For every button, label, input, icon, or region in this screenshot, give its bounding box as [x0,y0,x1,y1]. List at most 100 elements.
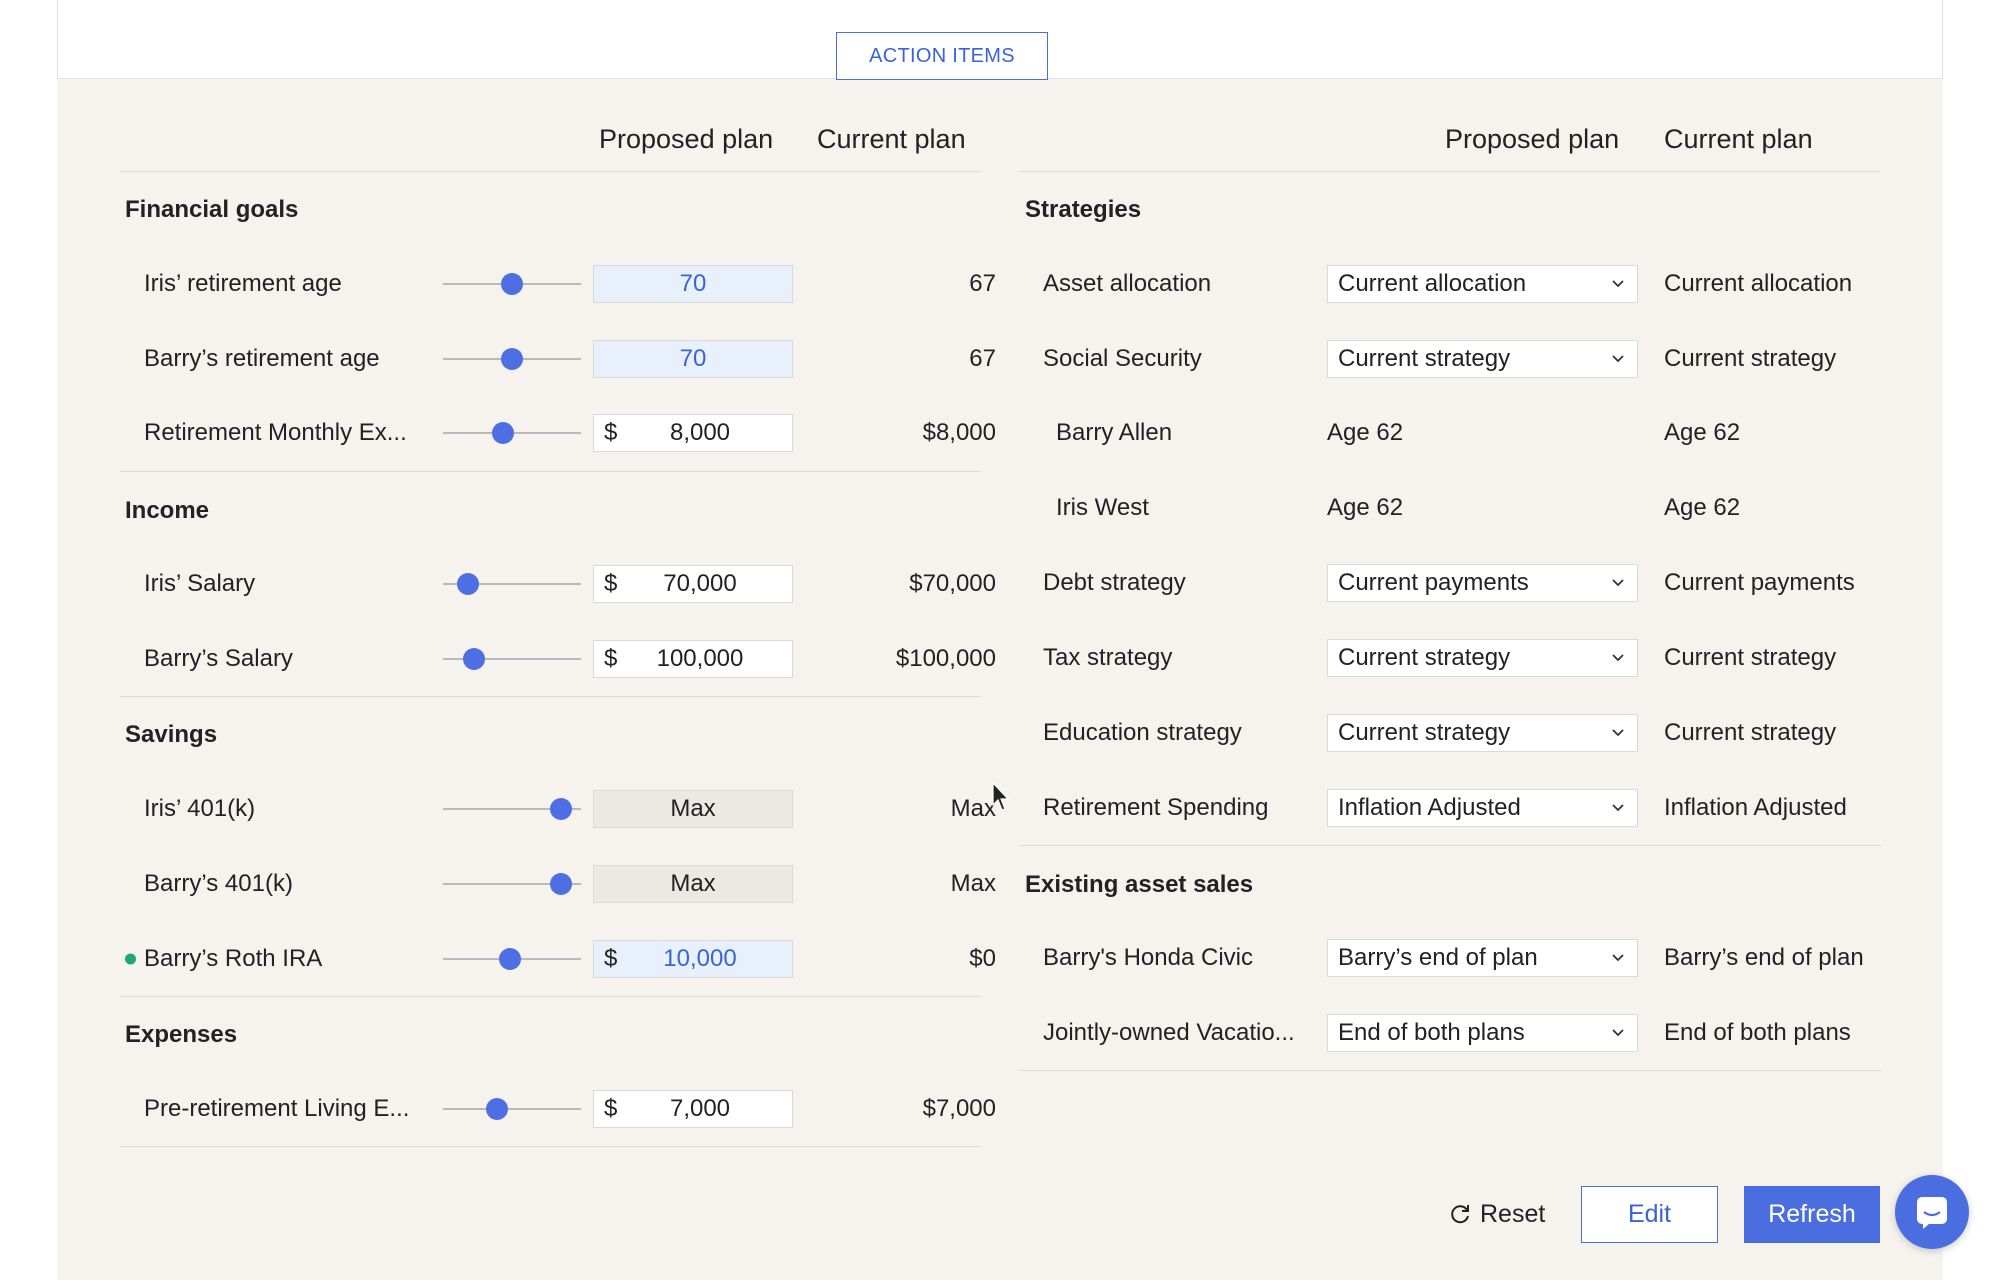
current-value: Current strategy [1664,644,1837,671]
slider-thumb[interactable] [549,798,572,820]
section-expenses: Expenses [125,1021,238,1048]
row-label: Social Security [1043,345,1202,372]
divider [120,1146,980,1147]
vacation-home-sale-select[interactable]: End of both plans [1327,1014,1638,1052]
current-value: Current payments [1664,569,1855,596]
chat-launcher-button[interactable] [1895,1175,1969,1249]
slider-thumb[interactable] [501,273,523,295]
slider-thumb[interactable] [501,348,523,370]
current-value: Inflation Adjusted [1664,794,1847,821]
chat-bubble-icon [1917,1197,1947,1229]
asset-allocation-select[interactable]: Current allocation [1327,265,1638,303]
current-value: $8,000 [922,419,996,446]
section-savings: Savings [125,721,218,748]
pre-retirement-living-slider[interactable] [443,1097,581,1121]
honda-civic-sale-select[interactable]: Barry’s end of plan [1327,939,1638,977]
current-value: Age 62 [1664,419,1741,446]
slider-thumb[interactable] [549,873,572,895]
chevron-down-icon [1612,1029,1624,1037]
proposed-value: Age 62 [1327,419,1404,446]
edit-button[interactable]: Edit [1581,1186,1718,1243]
iris-retirement-age-input[interactable]: 70 [593,265,793,303]
refresh-cycle-icon [1451,1205,1469,1224]
left-col-current: Current plan [817,124,966,154]
current-value: $100,000 [895,645,996,672]
current-value: $7,000 [922,1095,996,1122]
row-label: Barry's Honda Civic [1043,944,1253,971]
barry-salary-slider[interactable] [443,647,581,671]
proposed-value: Age 62 [1327,494,1404,521]
iris-retirement-age-slider[interactable] [443,272,581,296]
mouse-pointer-icon [992,781,1010,811]
slider-thumb[interactable] [462,648,485,670]
chevron-down-icon [1612,654,1624,662]
row-label: Iris’ Salary [144,570,256,597]
section-existing-asset-sales: Existing asset sales [1025,871,1254,898]
row-label: Education strategy [1043,719,1242,746]
social-security-select[interactable]: Current strategy [1327,340,1638,378]
divider [120,171,980,172]
divider [1019,1070,1881,1071]
row-label: Jointly-owned Vacatio... [1043,1019,1295,1046]
chevron-down-icon [1612,280,1624,288]
slider-thumb[interactable] [456,573,479,595]
section-income: Income [125,497,210,524]
left-col-proposed: Proposed plan [599,124,774,154]
retirement-monthly-expenses-input[interactable]: $8,000 [593,414,793,452]
row-label: Pre-retirement Living E... [144,1095,410,1122]
action-items-button[interactable]: ACTION ITEMS [836,32,1048,80]
slider-thumb[interactable] [491,422,514,444]
retirement-spending-select[interactable]: Inflation Adjusted [1327,789,1638,827]
current-value: Max [950,870,996,897]
tax-strategy-select[interactable]: Current strategy [1327,639,1638,677]
section-strategies: Strategies [1025,196,1142,223]
reset-label: Reset [1480,1199,1546,1228]
current-value: $70,000 [909,570,996,597]
current-value: 67 [969,270,996,297]
divider [120,996,980,997]
right-col-current: Current plan [1664,124,1813,154]
divider [1019,845,1881,846]
current-value: Current strategy [1664,345,1837,372]
barry-retirement-age-slider[interactable] [443,347,581,371]
iris-salary-slider[interactable] [443,572,581,596]
iris-401k-slider[interactable] [443,797,581,821]
reset-button[interactable]: Reset [1448,1194,1545,1234]
barry-retirement-age-input[interactable]: 70 [593,340,793,378]
barry-roth-ira-slider[interactable] [443,947,581,971]
barry-roth-ira-input[interactable]: $10,000 [593,940,793,978]
current-value: 67 [969,345,996,372]
iris-salary-input[interactable]: $70,000 [593,565,793,603]
debt-strategy-select[interactable]: Current payments [1327,564,1638,602]
changed-indicator-dot [125,953,136,965]
current-value: Current allocation [1664,270,1853,297]
current-value: Max [950,795,996,822]
row-label: Retirement Monthly Ex... [144,419,407,446]
slider-thumb[interactable] [498,948,521,970]
education-strategy-select[interactable]: Current strategy [1327,714,1638,752]
barry-401k-input[interactable]: Max [593,865,793,903]
row-label: Iris’ retirement age [144,270,342,297]
refresh-button[interactable]: Refresh [1744,1186,1880,1243]
slider-thumb[interactable] [485,1098,508,1120]
iris-401k-input[interactable]: Max [593,790,793,828]
current-value: $0 [969,945,996,972]
pre-retirement-living-input[interactable]: $7,000 [593,1090,793,1128]
chevron-down-icon [1612,804,1624,812]
row-label: Barry’s retirement age [144,345,380,372]
retirement-monthly-expenses-slider[interactable] [443,421,581,445]
row-label: Iris West [1056,494,1149,521]
current-value: Current strategy [1664,719,1837,746]
row-label: Barry’s 401(k) [144,870,293,897]
current-value: Barry’s end of plan [1664,944,1864,971]
chevron-down-icon [1612,729,1624,737]
barry-salary-input[interactable]: $100,000 [593,640,793,678]
section-financial-goals: Financial goals [125,196,299,223]
current-value: Age 62 [1664,494,1741,521]
divider [120,471,980,472]
row-label: Barry’s Roth IRA [144,945,323,972]
row-label: Barry Allen [1056,419,1173,446]
divider [120,696,980,697]
barry-401k-slider[interactable] [443,872,581,896]
divider [1019,171,1881,172]
